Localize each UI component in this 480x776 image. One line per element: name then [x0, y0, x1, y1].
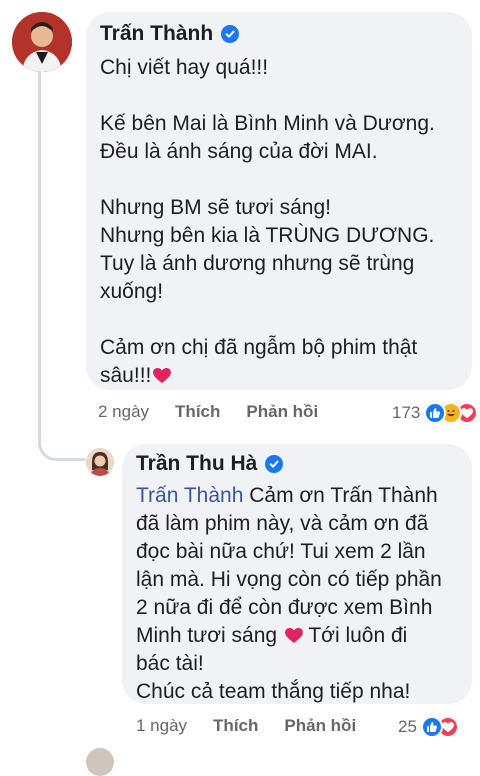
comment-timestamp[interactable]: 2 ngày	[98, 402, 149, 422]
avatar-image	[86, 448, 114, 476]
heart-emoji-icon	[285, 628, 303, 644]
reply-author-name[interactable]: Trần Thu Hà	[136, 452, 257, 476]
reaction-count: 25	[398, 717, 417, 736]
comment-body: Chị viết hay quá!!! Kế bên Mai là Bình M…	[100, 56, 435, 387]
avatar-tran-thanh[interactable]	[12, 12, 72, 72]
like-button[interactable]: Thích	[175, 402, 220, 422]
avatar-image	[12, 12, 72, 72]
like-reaction-icon	[420, 716, 443, 738]
verified-badge-icon	[221, 25, 240, 43]
reply-button[interactable]: Phản hồi	[246, 402, 318, 422]
reply-reactions[interactable]: 25	[398, 716, 459, 738]
thread-line	[38, 72, 41, 444]
reply-text: Trấn Thành Cảm ơn Trấn Thành đã làm phim…	[136, 482, 466, 706]
comment-reactions[interactable]: 173	[392, 402, 479, 424]
reaction-count: 173	[392, 403, 421, 422]
next-comment-avatar[interactable]	[86, 748, 114, 776]
comment-actions: 2 ngày Thích Phản hồi	[98, 402, 344, 422]
reply-body-part1: Cảm ơn Trấn Thành đã làm phim này, và cả…	[136, 484, 442, 647]
reply-actions: 1 ngày Thích Phản hồi	[136, 716, 382, 736]
avatar-tran-thu-ha[interactable]	[86, 448, 114, 476]
reply-author[interactable]: Trần Thu Hà	[136, 452, 284, 476]
comment-author[interactable]: Trấn Thành	[100, 22, 240, 46]
heart-emoji-icon	[153, 368, 172, 384]
reply-connector	[38, 420, 85, 461]
mention-link[interactable]: Trấn Thành	[136, 484, 243, 507]
comment-author-name[interactable]: Trấn Thành	[100, 22, 213, 46]
reply-button[interactable]: Phản hồi	[284, 716, 356, 736]
like-button[interactable]: Thích	[213, 716, 258, 736]
reply-timestamp[interactable]: 1 ngày	[136, 716, 187, 736]
comment-text: Chị viết hay quá!!! Kế bên Mai là Bình M…	[100, 54, 460, 390]
verified-badge-icon	[265, 455, 284, 473]
